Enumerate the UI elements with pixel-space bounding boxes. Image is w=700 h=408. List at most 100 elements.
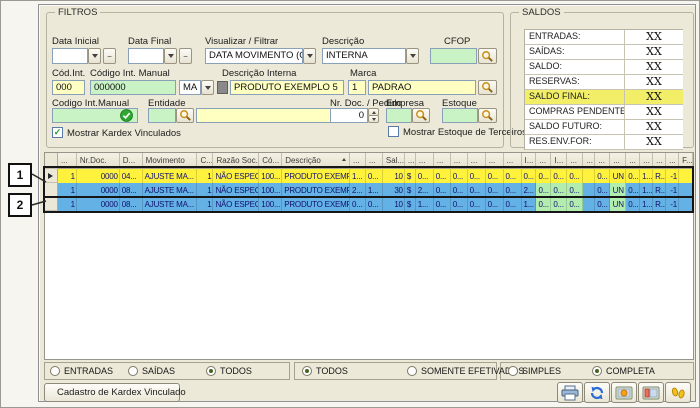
grid-row-2[interactable]: 1000008...AJUSTE MA...1NÃO ESPECI...100.… xyxy=(45,183,693,197)
cadastro-kardex-button[interactable]: Cadastro de Kardex Vinculado xyxy=(44,383,180,402)
radio-sa-das[interactable]: SAÍDAS xyxy=(128,365,175,377)
grid-cell[interactable]: $ xyxy=(405,169,416,183)
grid-cell[interactable]: 0... xyxy=(595,197,610,211)
grid-column-header-17[interactable]: ... xyxy=(504,153,522,169)
row-selector[interactable] xyxy=(45,169,58,183)
estoque-search-button[interactable] xyxy=(478,108,497,123)
grid-cell[interactable]: -1 xyxy=(666,183,679,197)
grid-cell[interactable]: UN xyxy=(610,169,626,183)
grid-cell[interactable]: AJUSTE MA... xyxy=(143,169,198,183)
data-inicial-input[interactable] xyxy=(52,48,88,64)
radio-somente-efetivados[interactable]: SOMENTE EFETIVADOS xyxy=(407,365,524,377)
grid-column-header-2[interactable]: D... xyxy=(120,153,143,169)
grid-cell[interactable]: 1 xyxy=(58,183,77,197)
grid-cell[interactable]: 1... xyxy=(366,183,383,197)
grid-cell[interactable]: 0... xyxy=(366,169,383,183)
descricao-combo[interactable]: INTERNA xyxy=(322,48,406,64)
grid-cell[interactable]: 1... xyxy=(522,197,537,211)
grid-cell[interactable]: 0... xyxy=(567,169,583,183)
marca-search-button[interactable] xyxy=(478,80,497,95)
grid-cell[interactable]: 1 xyxy=(197,197,213,211)
grid-cell[interactable]: 1... xyxy=(416,197,434,211)
grid-cell[interactable]: 2... xyxy=(522,183,537,197)
nr-doc-pedido-input[interactable]: 0 xyxy=(330,108,368,123)
grid-column-header-15[interactable]: ... xyxy=(468,153,486,169)
grid-cell[interactable] xyxy=(583,169,595,183)
grid-cell[interactable]: 0... xyxy=(626,183,640,197)
grid-cell[interactable]: AJUSTE MA... xyxy=(143,183,198,197)
grid-cell[interactable] xyxy=(583,183,595,197)
empresa-search-button[interactable] xyxy=(412,108,430,123)
grid-cell[interactable]: R... xyxy=(653,169,666,183)
grid-column-header-14[interactable]: ... xyxy=(451,153,468,169)
data-inicial-clear-button[interactable]: − xyxy=(103,48,116,64)
refresh-button[interactable] xyxy=(584,382,610,403)
grid-column-header-26[interactable]: ... xyxy=(640,153,653,169)
grid-cell[interactable]: 2... xyxy=(350,183,366,197)
grid-cell[interactable]: -1 xyxy=(666,169,679,183)
radio-completa[interactable]: COMPLETA xyxy=(592,365,655,377)
grid-cell[interactable]: 0... xyxy=(350,197,366,211)
grid-cell[interactable]: 0... xyxy=(522,169,537,183)
grid-cell[interactable]: 0... xyxy=(434,169,451,183)
grid-cell[interactable]: 0... xyxy=(504,183,522,197)
grid-cell[interactable]: PRODUTO EXEMPLO 1 xyxy=(282,169,350,183)
grid-body[interactable]: 1000004...AJUSTE MA...1NÃO ESPECI...100.… xyxy=(45,169,693,211)
grid-cell[interactable]: 1 xyxy=(58,169,77,183)
grid-cell[interactable]: 100... xyxy=(259,183,282,197)
marca-code-input[interactable]: 1 xyxy=(348,80,366,95)
grid-cell[interactable]: 0... xyxy=(567,183,583,197)
grid-column-header-25[interactable]: ... xyxy=(626,153,640,169)
grid-cell[interactable]: 1 xyxy=(58,197,77,211)
row-selector[interactable] xyxy=(45,183,58,197)
cod-int-input[interactable]: 000 xyxy=(52,80,85,95)
grid-cell[interactable]: 1 xyxy=(197,183,213,197)
mostrar-terceiros-checkbox[interactable] xyxy=(388,126,399,137)
preview-screen-button[interactable] xyxy=(611,382,637,403)
grid-cell[interactable]: $ xyxy=(405,183,416,197)
grid-cell[interactable]: 0... xyxy=(536,197,551,211)
grid-cell[interactable]: 2... xyxy=(416,183,434,197)
grid-column-header-5[interactable]: Razão Soc... xyxy=(213,153,259,169)
grid-cell[interactable] xyxy=(679,169,693,183)
grid-cell[interactable]: 0000 xyxy=(77,183,120,197)
grid-cell[interactable]: 0... xyxy=(451,169,468,183)
grid-column-header-0[interactable]: ... xyxy=(58,153,77,169)
mostrar-kardex-checkbox[interactable]: ✓ xyxy=(52,127,63,138)
grid-column-header-4[interactable]: C... xyxy=(197,153,213,169)
grid-cell[interactable]: 100... xyxy=(259,197,282,211)
grid-cell[interactable]: 0... xyxy=(451,197,468,211)
kardex-grid[interactable]: ...Nr.Doc.D...MovimentoC...Razão Soc...C… xyxy=(44,152,694,360)
empresa-input[interactable] xyxy=(386,108,412,123)
grid-cell[interactable]: 0... xyxy=(626,169,640,183)
grid-cell[interactable] xyxy=(679,183,693,197)
grid-column-header-19[interactable]: ... xyxy=(536,153,551,169)
print-button[interactable] xyxy=(557,382,583,403)
grid-column-header-21[interactable]: ... xyxy=(567,153,583,169)
nr-doc-spin-down-button[interactable] xyxy=(368,115,379,123)
grid-cell[interactable]: $ xyxy=(405,197,416,211)
grid-cell[interactable]: 10 xyxy=(383,169,405,183)
estoque-input[interactable] xyxy=(442,108,478,123)
grid-cell[interactable]: 0000 xyxy=(77,197,120,211)
grid-cell[interactable]: 0... xyxy=(504,169,522,183)
grid-row-1[interactable]: 1000004...AJUSTE MA...1NÃO ESPECI...100.… xyxy=(45,169,693,183)
grid-column-header-12[interactable]: ... xyxy=(416,153,434,169)
grid-cell[interactable]: 0... xyxy=(486,183,504,197)
grid-cell[interactable]: 30 xyxy=(383,183,405,197)
unit-dropdown-button[interactable] xyxy=(201,80,214,95)
grid-column-header-6[interactable]: Có... xyxy=(259,153,282,169)
grid-cell[interactable]: 0... xyxy=(595,183,610,197)
grid-cell[interactable]: 0... xyxy=(468,183,486,197)
grid-column-header-8[interactable]: ... xyxy=(350,153,366,169)
grid-cell[interactable]: 0... xyxy=(434,197,451,211)
grid-cell[interactable]: 0... xyxy=(434,183,451,197)
grid-column-header-9[interactable]: ... xyxy=(366,153,383,169)
visualizar-filtrar-dropdown-button[interactable] xyxy=(303,48,316,64)
grid-cell[interactable]: NÃO ESPECI... xyxy=(213,169,259,183)
footprints-button[interactable] xyxy=(665,382,691,403)
grid-cell[interactable]: 1... xyxy=(640,169,653,183)
radio-entradas[interactable]: ENTRADAS xyxy=(50,365,113,377)
grid-cell[interactable]: PRODUTO EXEMPLO 2 xyxy=(282,197,350,211)
grid-cell[interactable]: 08... xyxy=(120,197,143,211)
